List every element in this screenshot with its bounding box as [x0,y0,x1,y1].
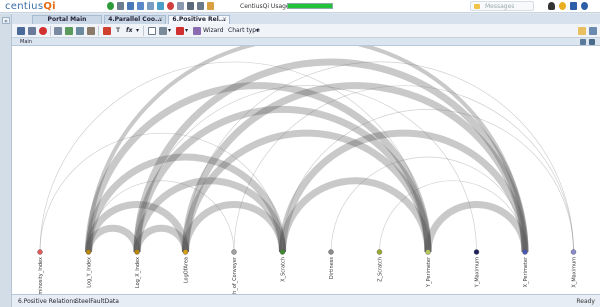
expand-panel-icon[interactable]: « [2,17,10,25]
arc-node-5[interactable] [279,249,286,255]
arc-diagram-canvas: Luminosity_Index Log_Y_Index Log_X_Index Lo… [12,46,600,294]
open-icon[interactable] [28,27,36,35]
folder-icon[interactable] [578,27,586,35]
tab-positive-relations[interactable]: 6.Positive Rel... × [168,15,230,24]
tab-label: 6.Positive Rel... [172,16,226,23]
tab-label: Portal Main [47,16,87,23]
node-label-4: Length_of_Conveyer [232,256,238,294]
heart-icon[interactable] [167,2,174,10]
filter-icon[interactable] [207,2,214,10]
bottom-tab-positive-relations[interactable]: 6.Positive Relations [18,298,76,305]
tab-portal-main[interactable]: Portal Main [32,15,102,24]
chevron-down-icon[interactable]: ▾ [136,27,139,34]
alert-icon[interactable] [176,27,184,35]
tab-parallel-coordinates[interactable]: 4.Parallel Coo... × [104,15,166,24]
tab-label: 4.Parallel Coo... [108,16,162,23]
arc-node-3[interactable] [182,249,189,255]
toolbar-divider [143,26,144,36]
user-icon[interactable] [548,2,555,10]
usage-bar [287,3,333,9]
chart-toolbar: T fx ▾ ▾ ▾ Wizard Chart type ▾ [12,24,600,38]
node-label-8: Y_Perimeter [426,256,432,288]
frame-icon[interactable] [148,27,156,35]
node-label-11: X_Maximum [572,257,578,288]
data-icon[interactable] [127,2,134,10]
image-icon[interactable] [103,27,111,35]
wizard-button[interactable]: Wizard [203,27,223,34]
bottom-bar: 6.Positive Relations SteelFaultData Read… [12,294,600,307]
settings-icon[interactable] [589,27,597,35]
formula-button[interactable]: fx [126,27,132,34]
arc-link-12 [279,177,432,253]
chevron-down-icon[interactable]: ▾ [168,27,171,34]
info-icon[interactable] [581,2,588,10]
text-tool-icon[interactable]: T [116,27,120,34]
toolbar-divider [98,26,99,36]
chart-icon[interactable] [157,2,164,10]
document-icon[interactable] [147,2,154,10]
arc-node-0[interactable] [37,249,43,255]
status-text: Ready [576,298,595,305]
bottom-tab-steelfaultdata[interactable]: SteelFaultData [75,298,119,305]
messages-icon [474,4,480,9]
arc-node-2[interactable] [134,249,140,255]
arc-node-7[interactable] [376,249,383,255]
toolbar-divider [50,26,51,36]
save-icon[interactable] [17,27,25,35]
camera-icon[interactable] [87,27,95,35]
top-right-icons [548,2,588,10]
close-icon[interactable]: × [222,16,227,24]
export-icon[interactable] [159,27,167,35]
usage-label: CentiusQi Usage: [240,3,292,10]
grid-icon[interactable] [187,2,194,10]
arc-node-9[interactable] [473,249,480,255]
maximize-icon[interactable] [589,39,595,45]
left-panel-strip: « [0,14,12,307]
node-label-7: Z_Scratch [378,257,384,282]
arc-node-4[interactable] [231,249,237,255]
tree-icon[interactable] [65,27,73,35]
panel-header: Main [12,38,600,46]
panel-title: Main [20,39,32,45]
node-label-10: X_Perimeter [523,256,529,287]
arc-node-10[interactable] [522,249,528,255]
network-icon[interactable] [137,2,144,10]
top-bar: centiusQi CentiusQi Usage: Messages [0,0,600,13]
tab-bar: Portal Main 4.Parallel Coo... × 6.Positiv… [12,14,600,24]
node-label-6: Dirtiness [329,257,335,279]
top-toolbar-icons [107,2,214,10]
node-label-9: Y_Maximum [475,257,481,288]
stop-icon[interactable] [39,27,47,35]
lightbulb-icon[interactable] [559,2,566,10]
node-label-2: Log_X_Index [135,257,141,288]
table-icon[interactable] [54,27,62,35]
close-icon[interactable]: × [158,16,163,24]
refresh-icon[interactable] [580,39,586,45]
bar-chart-icon[interactable] [76,27,84,35]
messages-box[interactable]: Messages [470,1,534,11]
list-icon[interactable] [197,2,204,10]
arc-diagram: Luminosity_Index Log_Y_Index Log_X_Index Lo… [37,46,578,294]
wizard-icon[interactable] [193,27,201,35]
tools-icon[interactable] [117,2,124,10]
chevron-down-icon[interactable]: ▾ [185,27,188,34]
book-icon[interactable] [570,2,577,10]
arc-node-1[interactable] [85,249,92,255]
app-logo: centiusQi [5,1,56,12]
arc-node-6[interactable] [328,249,334,255]
node-label-3: LogOfArea [184,257,190,283]
send-icon[interactable] [177,2,184,10]
chevron-down-icon[interactable]: ▾ [256,27,259,34]
arc-node-8[interactable] [425,249,431,255]
usage-bar-fill [288,4,332,8]
arc-link-5 [133,224,189,253]
messages-placeholder: Messages [485,3,515,10]
node-label-5: X_Scratch [281,257,287,282]
home-icon[interactable] [107,2,114,10]
node-label-1: Log_Y_Index [87,257,93,288]
node-label-0: Luminosity_Index [38,257,44,294]
arc-node-11[interactable] [570,249,577,255]
